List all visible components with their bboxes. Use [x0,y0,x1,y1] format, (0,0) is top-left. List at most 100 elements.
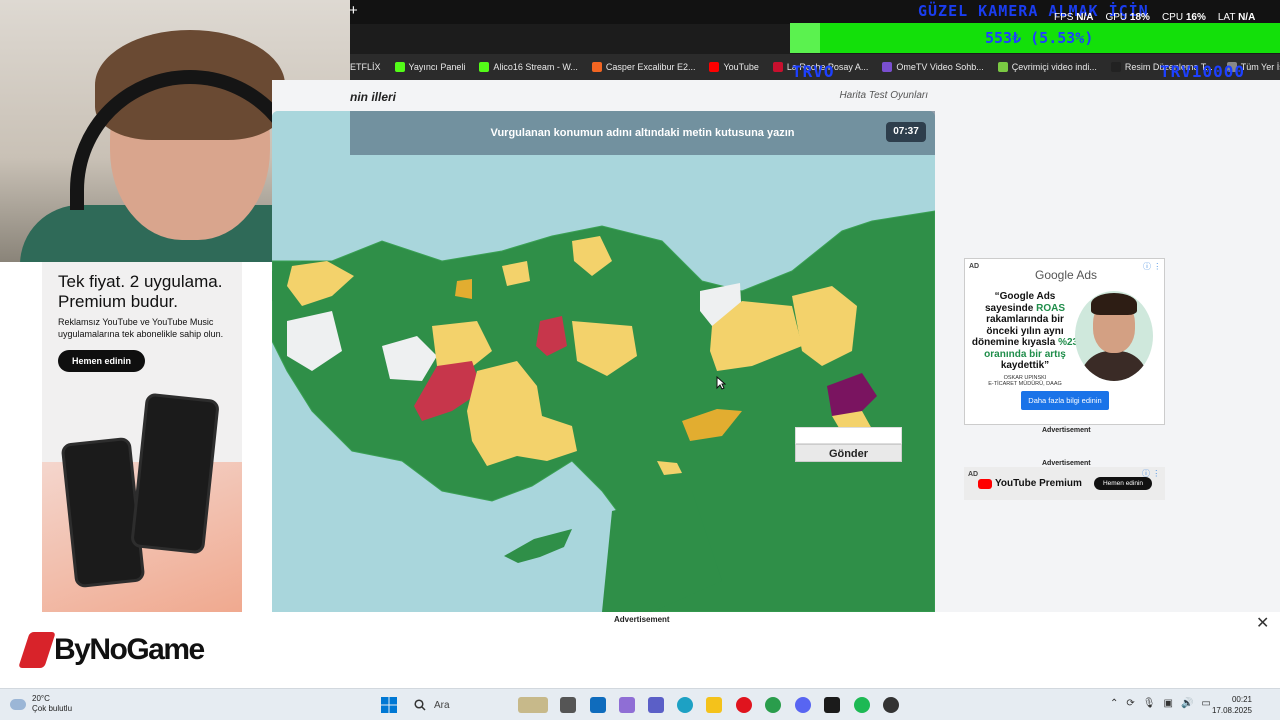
youtube-premium-ad[interactable]: Tek fiyat. 2 uygulama. Premium budur. Re… [42,262,242,612]
teams-icon[interactable] [648,697,664,713]
overlay-trvo-right: TRV10000 [1160,62,1246,81]
edge-icon[interactable] [677,697,693,713]
adchoices-icon[interactable]: ⓘ ⋮ [1143,261,1161,272]
map-game[interactable] [272,111,935,612]
ad-learn-more-button[interactable]: Daha fazla bilgi edinin [1021,391,1109,410]
chrome-icon[interactable] [765,697,781,713]
lat-value: N/A [1238,12,1256,23]
gpu-label: GPU [1105,12,1128,23]
spotify-icon[interactable] [854,697,870,713]
search-icon [414,699,426,711]
image-editor-icon [1110,62,1121,72]
windows-start-icon[interactable] [381,697,397,713]
bookmark-item[interactable]: ETFLİX [350,62,381,72]
gpu-value: 18% [1129,12,1150,23]
ad-cta-button[interactable]: Hemen edinin [58,350,145,372]
weather-text: 20°C Çok bulutlu [32,694,72,714]
ad-person-photo [1075,291,1153,381]
advertisement-label: Advertisement [1042,427,1091,434]
discord-icon[interactable] [795,697,811,713]
lat-label: LAT [1217,12,1236,23]
turkey-map[interactable] [272,111,935,612]
outlook-icon[interactable] [590,697,606,713]
volume-icon[interactable]: 🔊 [1181,698,1193,709]
google-ads-logo: Google Ads [1035,268,1098,282]
bookmark-label: OmeTV Video Sohb... [896,62,984,72]
answer-input[interactable] [795,427,902,444]
cpu-stat: CPU 16% [1162,12,1206,23]
page-title: nin illeri [350,90,397,104]
gpu-stat: GPU 18% [1105,12,1149,23]
system-tray: ⌃ ⟳ 🎙 ▣ 🔊 ▭ [1110,698,1211,709]
bookmark-item[interactable]: Yayıncı Paneli [394,62,465,72]
person-hair [1091,293,1137,315]
file-explorer-icon[interactable] [706,697,722,713]
copilot-icon[interactable] [619,697,635,713]
weather-widget[interactable]: 20°C Çok bulutlu [10,694,72,714]
province-partial [455,279,472,299]
ad-quote-highlight: ROAS [1036,302,1066,314]
microphone-icon[interactable]: 🎙 [1143,698,1156,709]
taskbar-clock[interactable]: 00:21 17.08.2025 [1208,694,1252,716]
bookmark-item[interactable]: YouTube [709,62,759,72]
cloud-icon [10,698,26,710]
sync-icon[interactable]: ⟳ [1126,698,1134,709]
bookmark-item[interactable]: Çevrimiçi video indi... [997,62,1097,72]
network-icon[interactable]: ▣ [1163,698,1172,709]
youtube-play-icon [978,478,992,489]
bookmark-item[interactable]: OmeTV Video Sohb... [882,62,984,72]
bookmark-label: ETFLİX [350,62,381,72]
ad-right-margin [242,262,272,612]
kick-icon [394,62,405,72]
screen: + ETFLİX Yayıncı Paneli Alico16 Stream -… [0,0,1280,720]
bottom-ad-banner[interactable]: Advertisement ByNoGame ✕ [0,612,1280,688]
clock-time: 00:21 [1231,695,1252,704]
google-ads-banner[interactable]: AD ⓘ ⋮ Google Ads “Google Ads sayesinde … [964,258,1165,425]
yt-premium-cta-button[interactable]: Hemen edinin [1094,477,1152,490]
bookmark-item[interactable]: Alico16 Stream - W... [479,62,578,72]
obs-icon[interactable] [824,697,840,713]
task-view-icon[interactable] [560,697,576,713]
youtube-premium-banner[interactable]: AD ⓘ ⋮ YouTube Premium Hemen edinin [964,467,1165,500]
app-icon[interactable] [883,697,899,713]
ad-quote: “Google Ads sayesinde ROAS rakamlarında … [971,291,1079,372]
donation-goal-text: 553₺ (5.53%) [985,29,1094,47]
mouse-cursor-icon [716,376,726,390]
youtube-icon [709,62,720,72]
opera-icon[interactable] [736,697,752,713]
submit-button[interactable]: Gönder [795,444,902,462]
ad-quote-part: rakamlarında bir önceki yılın aynı dönem… [971,314,1064,348]
bookmark-label: YouTube [723,62,759,72]
ad-left-margin [0,262,42,612]
ad-subtext: Reklamsız YouTube ve YouTube Music uygul… [58,317,224,339]
donation-goal-bar: 553₺ (5.53%) [790,23,1280,53]
advertisement-label: Advertisement [614,615,670,624]
bynogame-logo-mark [18,632,56,668]
hepsiburada-icon [591,62,602,72]
ad-quote-part: kaydettik” [1000,360,1050,371]
fps-value: N/A [1076,12,1094,23]
widgets-icon[interactable] [518,697,548,713]
chevron-up-icon[interactable]: ⌃ [1110,698,1118,709]
bookmark-label: Tüm Yer İşaretleri [1240,62,1280,72]
download-icon [997,62,1008,72]
weather-condition: Çok bulutlu [32,704,73,713]
clock-date: 17.08.2025 [1211,706,1252,715]
close-icon[interactable]: ✕ [1256,613,1269,633]
bynogame-logo: ByNoGame [18,632,205,668]
bookmark-label: Alico16 Stream - W... [493,62,578,72]
countdown-timer: 07:37 [886,122,926,142]
kick-icon [479,62,490,72]
page-header: nin illeri Harita Test Oyunları [350,84,940,108]
bookmark-label: Casper Excalibur E2... [605,62,696,72]
bookmark-item[interactable]: Casper Excalibur E2... [591,62,696,72]
ad-caption: OSKAR UPINSKI E-TİCARET MÜDÜRÜ, DAAG [988,375,1062,387]
windows-taskbar: 20°C Çok bulutlu Ara ⌃ ⟳ 🎙 ▣ 🔊 ▭ 00:21 1… [0,688,1280,720]
fps-stat: FPS N/A [1054,12,1093,23]
question-text: Vurgulanan konumun adını altındaki metin… [490,127,795,139]
ad-tag: AD [968,471,979,478]
new-tab-button[interactable]: + [349,3,358,19]
ad-tag: AD [969,263,980,270]
cross-icon [772,62,783,72]
site-link[interactable]: Harita Test Oyunları [839,90,928,101]
